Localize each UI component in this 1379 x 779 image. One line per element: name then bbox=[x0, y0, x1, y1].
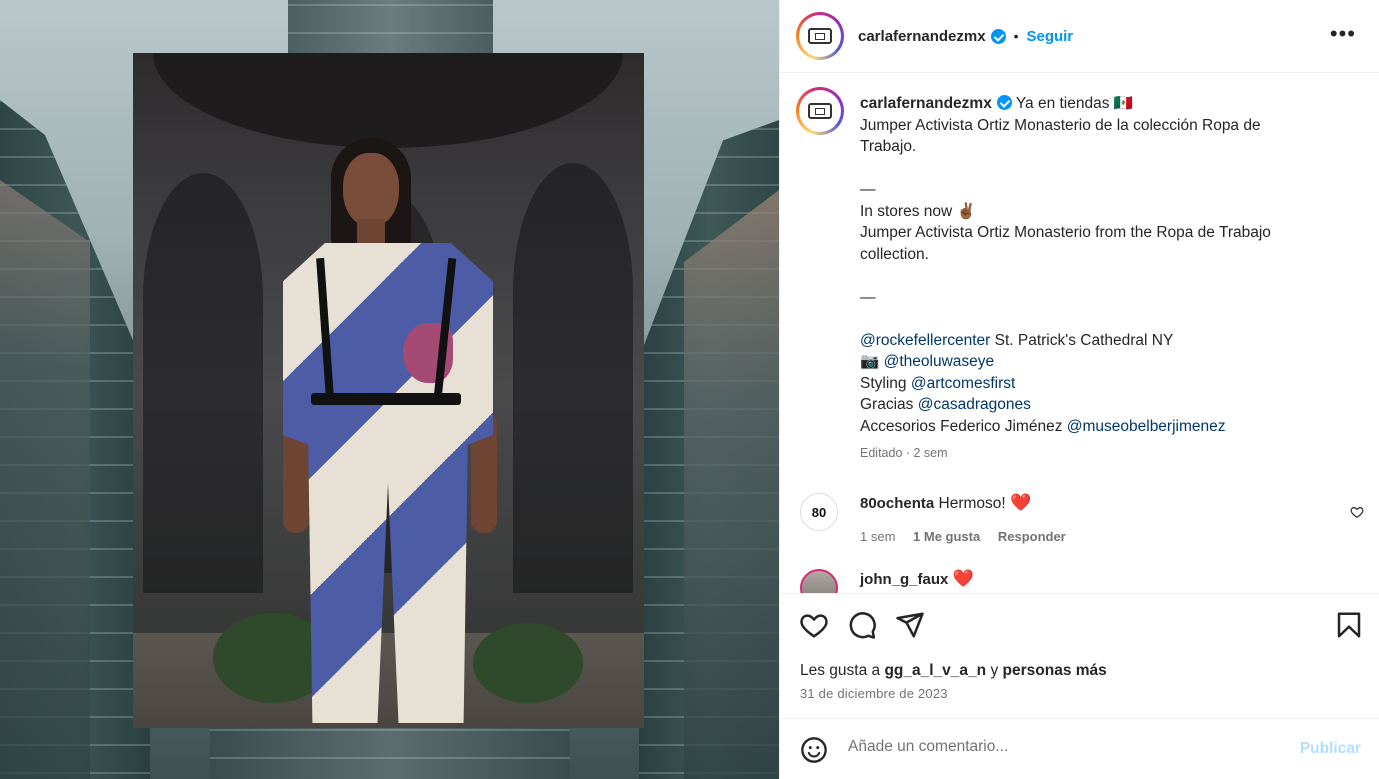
separator-dot: • bbox=[1013, 28, 1019, 44]
post-actions: Les gusta a gg_a_l_v_a_n y personas más … bbox=[780, 593, 1379, 718]
model-figure bbox=[243, 93, 543, 728]
likes-prefix: Les gusta a bbox=[800, 662, 885, 679]
background-tower-bottom bbox=[210, 725, 570, 779]
caption-avatar[interactable] bbox=[796, 87, 844, 135]
bookmark-icon[interactable] bbox=[1334, 610, 1364, 640]
post-media[interactable] bbox=[0, 0, 779, 779]
background-tower bbox=[288, 0, 493, 60]
mention-link[interactable]: @artcomesfirst bbox=[911, 375, 1015, 392]
comment-username[interactable]: john_g_faux bbox=[860, 571, 948, 588]
post-photo bbox=[133, 53, 644, 728]
caption-line-3: Trabajo. bbox=[860, 138, 917, 155]
comment-username[interactable]: 80ochenta bbox=[860, 495, 934, 512]
comment-input[interactable] bbox=[848, 738, 1268, 756]
caption-credit-text: Styling bbox=[860, 374, 911, 392]
comment-bar: Publicar bbox=[780, 718, 1379, 779]
comments-scroll-area[interactable]: carlafernandezmx Ya en tiendas 🇲🇽 Jumper… bbox=[780, 73, 1379, 593]
comment-meta: 1 sem 1 Me gusta Responder bbox=[860, 529, 1080, 544]
share-icon[interactable] bbox=[895, 610, 925, 640]
header-username[interactable]: carlafernandezmx bbox=[858, 28, 986, 45]
caption-credit-text: St. Patrick's Cathedral NY bbox=[990, 331, 1174, 349]
background-building-right-facade bbox=[684, 190, 779, 779]
verified-icon bbox=[996, 95, 1012, 110]
post-details-panel: carlafernandezmx • Seguir ••• carlaferna… bbox=[779, 0, 1379, 779]
background-building-left-facade bbox=[0, 180, 90, 779]
caption-text: carlafernandezmx Ya en tiendas 🇲🇽 Jumper… bbox=[860, 93, 1330, 465]
comment-avatar[interactable]: 80 bbox=[800, 493, 838, 531]
caption-line-blank bbox=[860, 265, 1330, 287]
red-heart-emoji: ❤️ bbox=[952, 569, 974, 588]
mention-link[interactable]: @theoluwaseye bbox=[884, 353, 995, 370]
comment-icon[interactable] bbox=[847, 610, 877, 640]
caption-username[interactable]: carlafernandezmx bbox=[860, 95, 992, 112]
caption-line-dash: — bbox=[860, 181, 876, 198]
more-icon[interactable]: ••• bbox=[1330, 23, 1356, 45]
caption-line-6: In stores now ✌🏾 bbox=[860, 202, 976, 220]
caption-line-blank bbox=[860, 158, 1330, 180]
likes-middle: y bbox=[986, 662, 1003, 679]
red-heart-emoji: ❤️ bbox=[1010, 493, 1032, 512]
caption-line-7: Jumper Activista Ortiz Monasterio from t… bbox=[860, 224, 1271, 241]
reply-button[interactable]: Responder bbox=[998, 529, 1066, 544]
brand-logo-icon bbox=[808, 28, 832, 44]
publish-button[interactable]: Publicar bbox=[1300, 740, 1361, 758]
post-date[interactable]: 31 de diciembre de 2023 bbox=[800, 686, 948, 701]
caption-line-8: collection. bbox=[860, 245, 929, 263]
mention-link[interactable]: @casadragones bbox=[918, 396, 1031, 413]
verified-icon bbox=[990, 28, 1006, 44]
camera-icon: 📷 bbox=[860, 353, 884, 370]
comment-time[interactable]: 1 sem bbox=[860, 529, 895, 544]
likes-summary: Les gusta a gg_a_l_v_a_n y personas más bbox=[800, 662, 1107, 680]
heart-icon[interactable] bbox=[799, 610, 829, 640]
likes-others-link[interactable]: personas más bbox=[1003, 662, 1107, 679]
caption-line-2: Jumper Activista Ortiz Monasterio de la … bbox=[860, 116, 1261, 134]
caption-meta: Editado · 2 sem bbox=[860, 446, 948, 460]
comment-avatar[interactable] bbox=[800, 569, 838, 593]
caption-line-dash: — bbox=[860, 288, 876, 306]
profile-avatar[interactable] bbox=[796, 12, 844, 60]
brand-logo-icon bbox=[808, 103, 832, 119]
mention-link[interactable]: @museobelberjimenez bbox=[1067, 418, 1226, 435]
caption-credit-text: Accesorios Federico Jiménez bbox=[860, 417, 1067, 435]
caption-credit-text: Gracias bbox=[860, 396, 918, 413]
likes-user-link[interactable]: gg_a_l_v_a_n bbox=[884, 662, 986, 679]
caption-line-1: Ya en tiendas 🇲🇽 bbox=[1015, 95, 1134, 112]
comment-text: Hermoso! bbox=[938, 495, 1006, 512]
mention-link[interactable]: @rockefellercenter bbox=[860, 332, 990, 349]
caption-line-blank bbox=[860, 308, 1330, 330]
follow-button[interactable]: Seguir bbox=[1026, 28, 1073, 45]
post-header: carlafernandezmx • Seguir ••• bbox=[780, 0, 1379, 73]
comment-likes[interactable]: 1 Me gusta bbox=[913, 529, 980, 544]
comment-like-icon[interactable] bbox=[1350, 505, 1364, 519]
emoji-icon[interactable] bbox=[800, 736, 828, 764]
